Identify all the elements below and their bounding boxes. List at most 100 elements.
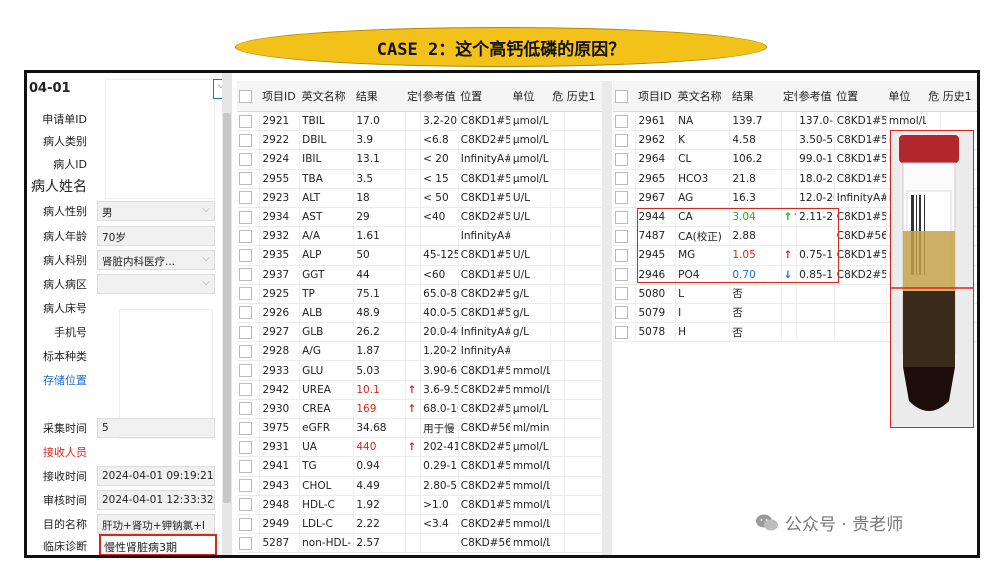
checkbox[interactable] (239, 479, 252, 493)
row-checkbox-cell[interactable] (237, 476, 261, 496)
row-checkbox-cell[interactable] (613, 169, 637, 189)
checkbox[interactable] (615, 268, 628, 282)
table-row[interactable]: 2935ALP50 45-125C8KD1#56U/L (237, 245, 607, 266)
column-header[interactable]: 英文名称 (299, 81, 354, 112)
table-row[interactable]: 2922DBIL3.9 <6.8C8KD2#56μmol/L (237, 130, 607, 151)
checkbox[interactable] (239, 402, 252, 416)
table-row[interactable]: 2934AST29 <40C8KD2#56U/L (237, 207, 607, 228)
form-field[interactable]: 肝功+肾功+钾钠氯+I (97, 514, 215, 534)
chevron-down-icon[interactable]: ⌵ (202, 204, 210, 215)
row-checkbox-cell[interactable] (613, 322, 637, 343)
checkbox[interactable] (239, 517, 252, 531)
table-row[interactable]: 2921TBIL17.0 3.2-20.5C8KD1#56μmol/L (237, 111, 607, 132)
row-checkbox-cell[interactable] (237, 399, 261, 420)
table-row[interactable]: 2943CHOL4.49 2.80-5.1C8KD2#56mmol/L (237, 476, 607, 496)
checkbox[interactable] (615, 210, 628, 224)
row-checkbox-cell[interactable] (237, 130, 261, 151)
select-all-checkbox-cell[interactable] (613, 81, 636, 112)
row-checkbox-cell[interactable] (237, 169, 261, 189)
table-row[interactable]: 2928A/G1.87 1.20-2.4InfinityA# (237, 341, 607, 362)
row-checkbox-cell[interactable] (237, 437, 261, 458)
row-checkbox-cell[interactable] (237, 303, 261, 324)
table1-scrollbar[interactable] (602, 81, 612, 555)
table-row[interactable]: 2949LDL-C2.22 <3.4C8KD2#56mmol/L (237, 514, 607, 535)
row-checkbox-cell[interactable] (237, 514, 261, 535)
row-checkbox-cell[interactable] (613, 149, 637, 170)
table-row[interactable]: 2941TG0.94 0.29-1.7C8KD1#56mmol/L (237, 456, 607, 477)
form-label[interactable]: 存储位置 (27, 372, 93, 388)
checkbox[interactable] (239, 152, 252, 166)
row-checkbox-cell[interactable] (237, 495, 261, 515)
table-row[interactable]: 2923ALT18 < 50C8KD1#56U/L (237, 188, 607, 208)
table-row[interactable]: 2948HDL-C1.92 >1.0C8KD1#56mmol/L (237, 495, 607, 515)
clinical-diagnosis-field[interactable]: 慢性肾脏病3期 (99, 534, 217, 555)
column-header[interactable]: 结果 (353, 81, 406, 112)
row-checkbox-cell[interactable] (237, 380, 261, 400)
form-field[interactable]: ⌵ (97, 274, 215, 294)
form-scrollbar[interactable] (222, 73, 232, 555)
checkbox[interactable] (615, 306, 628, 320)
column-header[interactable]: 位置 (458, 81, 511, 112)
row-checkbox-cell[interactable] (613, 188, 637, 208)
column-header[interactable]: 英文名称 (675, 81, 730, 112)
checkbox[interactable] (239, 536, 252, 550)
checkbox[interactable] (615, 152, 628, 166)
checkbox[interactable] (239, 325, 252, 339)
checkbox[interactable] (239, 172, 252, 186)
column-header[interactable]: 结果 (729, 81, 782, 112)
table-row[interactable]: 2937GGT44 <60C8KD1#56U/L (237, 265, 607, 285)
checkbox[interactable] (239, 133, 252, 147)
column-header[interactable]: 危 (926, 81, 941, 112)
row-checkbox-cell[interactable] (237, 533, 261, 554)
checkbox[interactable] (239, 498, 252, 512)
row-checkbox-cell[interactable] (613, 303, 637, 324)
checkbox[interactable] (239, 191, 252, 205)
row-checkbox-cell[interactable] (237, 245, 261, 266)
form-field[interactable]: 5 (97, 418, 215, 438)
row-checkbox-cell[interactable] (613, 130, 637, 151)
checkbox[interactable] (239, 344, 252, 358)
column-header[interactable]: 单位 (886, 81, 927, 112)
checkbox[interactable] (239, 89, 252, 103)
row-checkbox-cell[interactable] (237, 207, 261, 228)
form-field[interactable]: 男 ⌵ (97, 201, 215, 221)
column-header[interactable]: 单位 (510, 81, 551, 112)
checkbox[interactable] (239, 421, 252, 435)
row-checkbox-cell[interactable] (613, 207, 637, 228)
checkbox[interactable] (239, 210, 252, 224)
row-checkbox-cell[interactable] (613, 226, 637, 247)
table-row[interactable]: 2932 A/A 1.61 InfinityA# (237, 226, 607, 247)
column-header[interactable]: 危 (550, 81, 565, 112)
form-field[interactable]: 肾脏内科医疗... ⌵ (97, 250, 215, 270)
row-checkbox-cell[interactable] (613, 265, 637, 285)
table-row[interactable]: 2933GLU5.03 3.90-6.1C8KD1#56mmol/L (237, 360, 607, 381)
select-all-checkbox-cell[interactable] (237, 81, 260, 112)
checkbox[interactable] (615, 248, 628, 262)
column-header[interactable]: 参考值 (796, 81, 835, 112)
table-row[interactable]: 2931UA440↑202-41C8KD2#56μmol/L (237, 437, 607, 458)
form-field[interactable]: 2024-04-01 09:19:21 (97, 466, 215, 486)
scrollbar-thumb[interactable] (223, 113, 231, 503)
checkbox[interactable] (239, 114, 252, 128)
table-row[interactable]: 2926ALB48.9 40.0-55C8KD1#56g/L (237, 303, 607, 324)
table-row[interactable]: 2927GLB26.2 20.0-40InfinityA#g/L (237, 322, 607, 343)
row-checkbox-cell[interactable] (237, 418, 261, 439)
checkbox[interactable] (615, 325, 628, 339)
row-checkbox-cell[interactable] (237, 226, 261, 247)
row-checkbox-cell[interactable] (613, 284, 637, 304)
row-checkbox-cell[interactable] (237, 149, 261, 170)
checkbox[interactable] (615, 229, 628, 243)
column-header[interactable]: 历史1 (564, 81, 607, 112)
table-row[interactable]: 2925TP75.1 65.0-85C8KD2#56g/L (237, 284, 607, 304)
column-header[interactable]: 项目ID (259, 81, 300, 112)
table-row[interactable]: 2955TBA3.5 < 15C8KD1#56μmol/L (237, 169, 607, 189)
row-checkbox-cell[interactable] (237, 188, 261, 208)
table-row[interactable]: 5287 non-HDL- 2.57 C8KD#56 mmol/L (237, 533, 607, 554)
row-checkbox-cell[interactable] (237, 111, 261, 132)
checkbox[interactable] (615, 287, 628, 301)
chevron-down-icon[interactable]: ⌵ (202, 253, 210, 264)
row-checkbox-cell[interactable] (237, 265, 261, 285)
row-checkbox-cell[interactable] (237, 284, 261, 304)
column-header[interactable]: 历史1 (940, 81, 977, 112)
column-header[interactable]: 参考值 (420, 81, 459, 112)
